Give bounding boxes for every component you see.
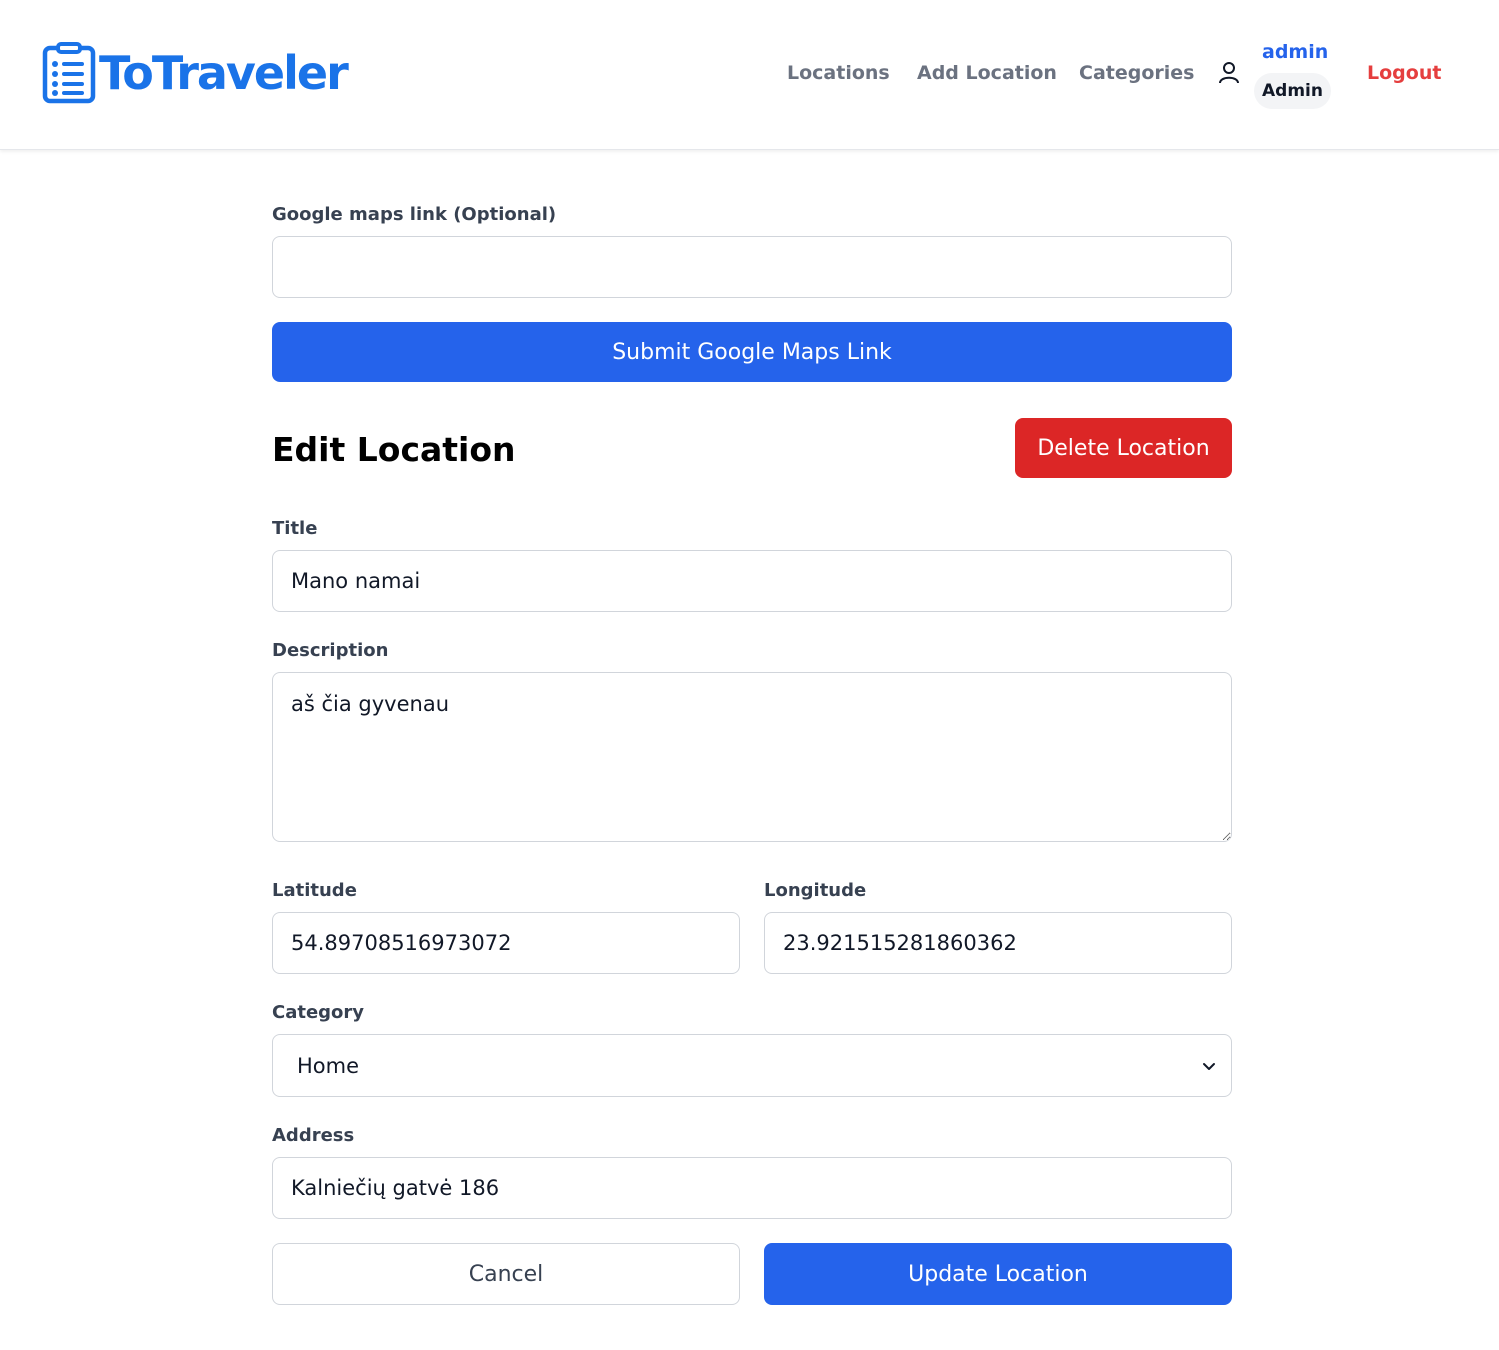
delete-location-button[interactable]: Delete Location bbox=[1015, 418, 1232, 478]
category-selected-value: Home bbox=[297, 1053, 360, 1078]
title-input[interactable] bbox=[272, 550, 1232, 612]
address-input[interactable] bbox=[272, 1157, 1232, 1219]
maps-link-label: Google maps link (Optional) bbox=[272, 204, 557, 225]
brand-name: ToTraveler bbox=[99, 46, 349, 100]
category-select[interactable]: Home bbox=[272, 1034, 1232, 1097]
description-textarea[interactable]: aš čia gyvenau bbox=[272, 672, 1232, 842]
username[interactable]: admin bbox=[1262, 41, 1328, 63]
top-navbar: ToTraveler Locations Add Location Catego… bbox=[0, 0, 1499, 150]
maps-link-input[interactable] bbox=[272, 236, 1232, 298]
submit-maps-link-button[interactable]: Submit Google Maps Link bbox=[272, 322, 1232, 382]
chevron-down-icon bbox=[1203, 1062, 1215, 1070]
title-label: Title bbox=[272, 518, 318, 539]
role-badge: Admin bbox=[1254, 73, 1331, 109]
latitude-input[interactable] bbox=[272, 912, 740, 974]
nav-categories-link[interactable]: Categories bbox=[1079, 62, 1194, 84]
category-label: Category bbox=[272, 1002, 365, 1023]
latitude-label: Latitude bbox=[272, 880, 357, 901]
page-title: Edit Location bbox=[272, 430, 516, 469]
longitude-label: Longitude bbox=[764, 880, 867, 901]
brand-logo[interactable]: ToTraveler bbox=[42, 42, 349, 104]
description-label: Description bbox=[272, 640, 389, 661]
nav-add-location-link[interactable]: Add Location bbox=[917, 62, 1057, 84]
nav-locations-link[interactable]: Locations bbox=[787, 62, 890, 84]
checklist-icon bbox=[42, 42, 96, 104]
update-location-button[interactable]: Update Location bbox=[764, 1243, 1232, 1305]
logout-link[interactable]: Logout bbox=[1367, 62, 1441, 84]
longitude-input[interactable] bbox=[764, 912, 1232, 974]
address-label: Address bbox=[272, 1125, 355, 1146]
user-icon bbox=[1219, 62, 1239, 84]
cancel-button[interactable]: Cancel bbox=[272, 1243, 740, 1305]
